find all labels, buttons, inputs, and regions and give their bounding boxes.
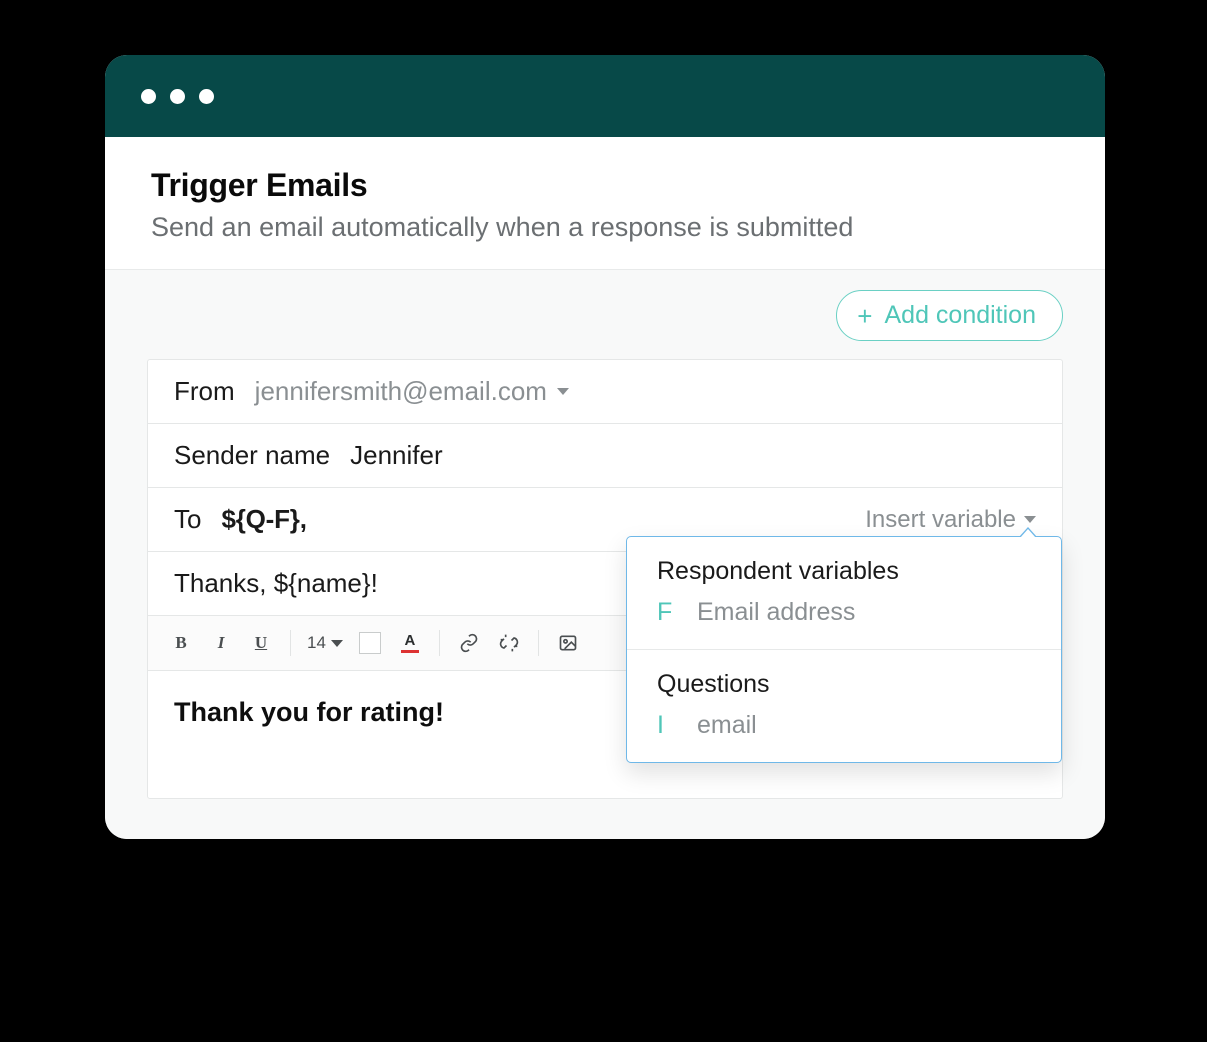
popover-item-email[interactable]: I email: [657, 711, 1035, 740]
plus-icon: +: [857, 303, 872, 329]
popover-section-respondent: Respondent variables F Email address: [627, 537, 1061, 649]
chevron-down-icon: [557, 388, 569, 395]
insert-variable-dropdown[interactable]: Insert variable: [865, 506, 1036, 534]
to-value[interactable]: ${Q-F},: [221, 504, 306, 535]
image-button[interactable]: [549, 626, 587, 660]
font-color-button[interactable]: A: [391, 626, 429, 660]
to-label: To: [174, 504, 201, 535]
email-body-text: Thank you for rating!: [174, 697, 444, 727]
window-control-dot[interactable]: [170, 89, 185, 104]
image-icon: [558, 633, 578, 653]
popover-section-questions: Questions I email: [627, 649, 1061, 762]
bold-button[interactable]: B: [162, 626, 200, 660]
from-dropdown[interactable]: jennifersmith@email.com: [255, 376, 569, 407]
insert-variable-popover: Respondent variables F Email address Que…: [626, 536, 1062, 763]
link-button[interactable]: [450, 626, 488, 660]
popover-item-key: I: [657, 711, 675, 740]
window-titlebar: [105, 55, 1105, 137]
from-value: jennifersmith@email.com: [255, 376, 547, 407]
sender-name-label: Sender name: [174, 440, 330, 471]
app-window: Trigger Emails Send an email automatical…: [105, 55, 1105, 839]
page-subtitle: Send an email automatically when a respo…: [151, 212, 1059, 243]
page-header: Trigger Emails Send an email automatical…: [105, 137, 1105, 269]
popover-item-label: email: [697, 711, 757, 740]
popover-section-title: Respondent variables: [657, 557, 1035, 586]
font-color-icon: A: [401, 633, 419, 653]
popover-item-email-address[interactable]: F Email address: [657, 598, 1035, 627]
toolbar-separator: [439, 630, 440, 656]
form-area: + Add condition From jennifersmith@email…: [105, 269, 1105, 839]
insert-variable-label: Insert variable: [865, 506, 1016, 534]
to-row: To ${Q-F}, Insert variable Respondent va…: [148, 488, 1062, 552]
toolbar-separator: [538, 630, 539, 656]
popover-item-label: Email address: [697, 598, 855, 627]
toolbar-separator: [290, 630, 291, 656]
link-icon: [459, 633, 479, 653]
chevron-down-icon: [1024, 516, 1036, 523]
page-title: Trigger Emails: [151, 167, 1059, 204]
sender-name-value[interactable]: Jennifer: [350, 440, 443, 471]
window-control-dot[interactable]: [199, 89, 214, 104]
unlink-button[interactable]: [490, 626, 528, 660]
subject-value: Thanks, ${name}!: [174, 568, 378, 599]
add-condition-label: Add condition: [884, 301, 1036, 330]
popover-section-title: Questions: [657, 670, 1035, 699]
sender-name-row: Sender name Jennifer: [148, 424, 1062, 488]
add-condition-button[interactable]: + Add condition: [836, 290, 1063, 341]
underline-button[interactable]: U: [242, 626, 280, 660]
highlight-color-button[interactable]: [351, 626, 389, 660]
from-row: From jennifersmith@email.com: [148, 360, 1062, 424]
unlink-icon: [499, 633, 519, 653]
italic-button[interactable]: I: [202, 626, 240, 660]
from-label: From: [174, 376, 235, 407]
email-form: From jennifersmith@email.com Sender name…: [147, 359, 1063, 799]
font-size-value: 14: [307, 633, 326, 653]
font-size-dropdown[interactable]: 14: [301, 626, 349, 660]
chevron-down-icon: [331, 640, 343, 647]
condition-row: + Add condition: [147, 290, 1063, 341]
window-control-dot[interactable]: [141, 89, 156, 104]
color-swatch-icon: [359, 632, 381, 654]
popover-item-key: F: [657, 598, 675, 627]
